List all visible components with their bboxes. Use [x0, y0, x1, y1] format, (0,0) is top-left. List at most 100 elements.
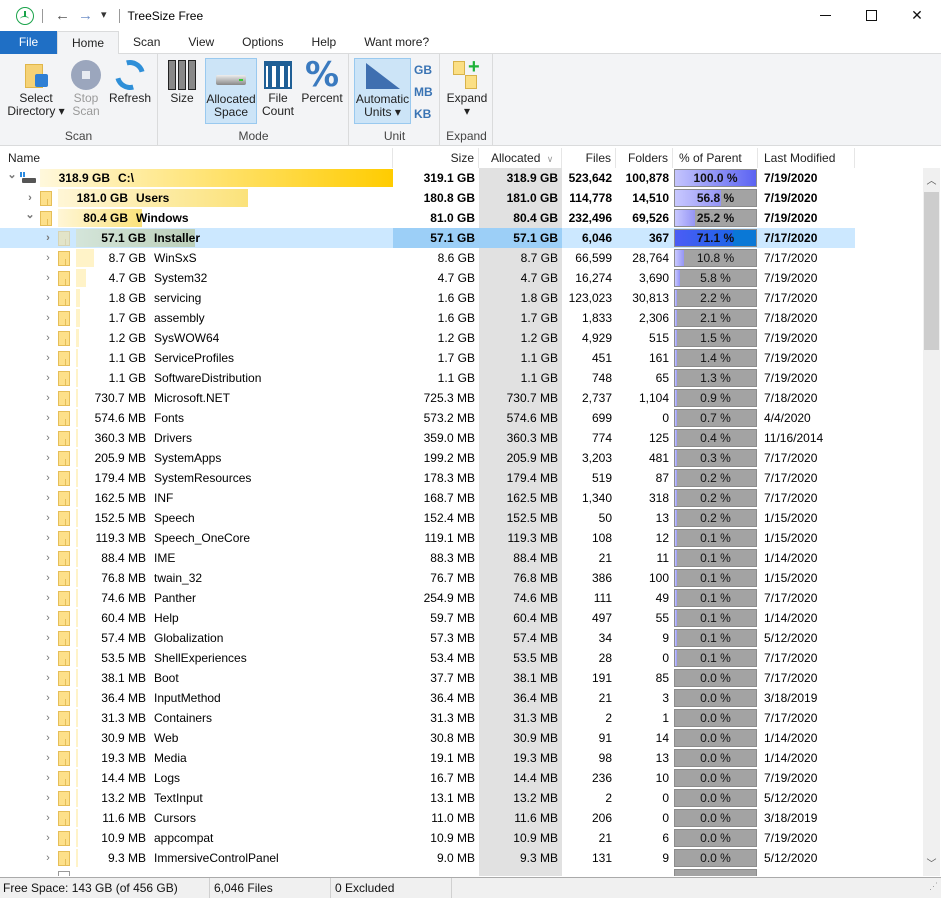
expand-chevron-icon[interactable]: › [42, 248, 54, 268]
expand-chevron-icon[interactable]: › [42, 468, 54, 488]
column-folders[interactable]: Folders [616, 148, 673, 168]
automatic-units-button[interactable]: Automatic Units ▾ [354, 58, 411, 124]
minimize-button[interactable] [802, 0, 848, 31]
column-size[interactable]: Size [393, 148, 479, 168]
tree-row[interactable]: › 76.8 MB twain_32 76.7 MB 76.8 MB 386 100 0.1 … [0, 568, 855, 588]
file-count-mode-button[interactable]: File Count [259, 58, 297, 124]
vertical-scrollbar[interactable]: ︿ ﹀ [923, 168, 940, 876]
expand-chevron-icon[interactable]: › [42, 328, 54, 348]
expand-chevron-icon[interactable]: › [42, 368, 54, 388]
expand-chevron-icon[interactable]: › [42, 508, 54, 528]
tree-row[interactable]: › 1.7 GB assembly 1.6 GB 1.7 GB 1,833 2,306 2.1… [0, 308, 855, 328]
tree-row[interactable]: › 57.1 GB Installer 57.1 GB 57.1 GB 6,046 367 7… [0, 228, 855, 248]
folder-tree[interactable]: ⌄ 318.9 GB C:\ 319.1 GB 318.9 GB 523,642 100,8… [0, 168, 922, 876]
expand-chevron-icon[interactable]: › [42, 728, 54, 748]
expand-chevron-icon[interactable]: › [42, 448, 54, 468]
gb-unit-button[interactable]: GB [414, 63, 432, 77]
scrollbar-thumb[interactable] [924, 192, 939, 350]
expand-chevron-icon[interactable]: › [42, 288, 54, 308]
collapse-chevron-icon[interactable]: ⌄ [24, 208, 36, 222]
column-allocated[interactable]: Allocated ∨ [479, 148, 562, 168]
expand-chevron-icon[interactable]: › [42, 408, 54, 428]
tree-row[interactable]: ⌄ 318.9 GB C:\ 319.1 GB 318.9 GB 523,642 100,8… [0, 168, 855, 188]
expand-chevron-icon[interactable]: › [42, 488, 54, 508]
stop-scan-button[interactable]: Stop Scan [68, 58, 104, 124]
tree-row[interactable]: › 181.0 GB Users 180.8 GB 181.0 GB 114,778 14,… [0, 188, 855, 208]
scroll-down-icon[interactable]: ﹀ [923, 856, 940, 873]
tree-row[interactable]: › 36.4 MB InputMethod 36.4 MB 36.4 MB 21 3 0.0 … [0, 688, 855, 708]
scroll-up-icon[interactable]: ︿ [923, 173, 940, 190]
size-mode-button[interactable]: Size [165, 58, 199, 124]
tree-row[interactable]: › 57.4 MB Globalization 57.3 MB 57.4 MB 34 9 0.… [0, 628, 855, 648]
tree-row[interactable]: › 88.4 MB IME 88.3 MB 88.4 MB 21 11 0.1 % 1/14/2… [0, 548, 855, 568]
tree-row[interactable]: › 1.1 GB SoftwareDistribution 1.1 GB 1.1 GB 7… [0, 368, 855, 388]
expand-chevron-icon[interactable]: › [42, 228, 54, 248]
column-last-modified[interactable]: Last Modified [758, 148, 855, 168]
expand-chevron-icon[interactable]: › [42, 708, 54, 728]
tree-row[interactable]: › 205.9 MB SystemApps 199.2 MB 205.9 MB 3,203… [0, 448, 855, 468]
tree-row[interactable]: › 179.4 MB SystemResources 178.3 MB 179.4 MB… [0, 468, 855, 488]
expand-chevron-icon[interactable]: › [42, 768, 54, 788]
tree-row[interactable]: › 1.1 GB ServiceProfiles 1.7 GB 1.1 GB 451 161… [0, 348, 855, 368]
tree-row[interactable]: › 53.5 MB ShellExperiences 53.4 MB 53.5 MB 28… [0, 648, 855, 668]
tab-view[interactable]: View [174, 31, 228, 54]
tree-row[interactable]: › 11.6 MB Cursors 11.0 MB 11.6 MB 206 0 0.0 % 3/… [0, 808, 855, 828]
expand-chevron-icon[interactable]: › [42, 388, 54, 408]
expand-chevron-icon[interactable]: › [42, 308, 54, 328]
column-percent-parent[interactable]: % of Parent ... [673, 148, 758, 185]
tree-row[interactable]: › 10.9 MB appcompat 10.9 MB 10.9 MB 21 6 0.0 % 7… [0, 828, 855, 848]
tree-row[interactable]: › 4.7 GB System32 4.7 GB 4.7 GB 16,274 3,690 5.… [0, 268, 855, 288]
expand-chevron-icon[interactable]: › [42, 648, 54, 668]
allocated-space-mode-button[interactable]: Allocated Space [205, 58, 257, 124]
tree-row[interactable]: › 574.6 MB Fonts 573.2 MB 574.6 MB 699 0 0.7 % 4… [0, 408, 855, 428]
expand-chevron-icon[interactable]: › [24, 188, 36, 208]
tree-row[interactable]: › 60.4 MB Help 59.7 MB 60.4 MB 497 55 0.1 % 1/14… [0, 608, 855, 628]
tree-row[interactable]: › 360.3 MB Drivers 359.0 MB 360.3 MB 774 125 0.… [0, 428, 855, 448]
quick-access-dropdown-icon[interactable]: ▾ [101, 10, 107, 21]
tab-help[interactable]: Help [298, 31, 351, 54]
expand-chevron-icon[interactable]: › [42, 788, 54, 808]
expand-chevron-icon[interactable]: › [42, 628, 54, 648]
expand-chevron-icon[interactable]: › [42, 348, 54, 368]
collapse-chevron-icon[interactable]: ⌄ [6, 168, 18, 182]
expand-chevron-icon[interactable]: › [42, 568, 54, 588]
expand-chevron-icon[interactable]: › [42, 848, 54, 868]
tab-options[interactable]: Options [228, 31, 297, 54]
tab-file[interactable]: File [0, 31, 57, 54]
refresh-button[interactable]: Refresh [106, 54, 154, 124]
tree-row[interactable]: › 14.4 MB Logs 16.7 MB 14.4 MB 236 10 0.0 % 7/19… [0, 768, 855, 788]
back-arrow-icon[interactable]: ← [55, 8, 70, 23]
tree-row-partial[interactable] [0, 868, 855, 876]
tree-row[interactable]: › 1.8 GB servicing 1.6 GB 1.8 GB 123,023 30,81… [0, 288, 855, 308]
expand-chevron-icon[interactable]: › [42, 428, 54, 448]
expand-chevron-icon[interactable]: › [42, 528, 54, 548]
tree-row[interactable]: › 38.1 MB Boot 37.7 MB 38.1 MB 191 85 0.0 % 7/17… [0, 668, 855, 688]
tab-scan[interactable]: Scan [119, 31, 174, 54]
tree-row[interactable]: › 152.5 MB Speech 152.4 MB 152.5 MB 50 13 0.2 %… [0, 508, 855, 528]
expand-chevron-icon[interactable]: › [42, 608, 54, 628]
expand-chevron-icon[interactable]: › [42, 268, 54, 288]
maximize-button[interactable] [848, 0, 894, 31]
tree-row[interactable]: › 730.7 MB Microsoft.NET 725.3 MB 730.7 MB 2,… [0, 388, 855, 408]
expand-chevron-icon[interactable]: › [42, 748, 54, 768]
forward-arrow-icon[interactable]: → [78, 8, 93, 23]
kb-unit-button[interactable]: KB [414, 107, 431, 121]
tree-row[interactable]: › 30.9 MB Web 30.8 MB 30.9 MB 91 14 0.0 % 1/14/2… [0, 728, 855, 748]
tree-row[interactable]: › 9.3 MB ImmersiveControlPanel 9.0 MB 9.3 MB… [0, 848, 855, 868]
column-name[interactable]: Name [0, 148, 393, 168]
expand-chevron-icon[interactable]: › [42, 688, 54, 708]
tree-row[interactable]: › 74.6 MB Panther 254.9 MB 74.6 MB 111 49 0.1 %… [0, 588, 855, 608]
resize-grip-icon[interactable]: ⋰ [929, 876, 938, 896]
percent-mode-button[interactable]: % Percent [299, 58, 345, 124]
expand-chevron-icon[interactable]: › [42, 668, 54, 688]
close-button[interactable]: ✕ [894, 0, 940, 31]
tree-row[interactable]: › 31.3 MB Containers 31.3 MB 31.3 MB 2 1 0.0 % 7… [0, 708, 855, 728]
tree-row[interactable]: › 19.3 MB Media 19.1 MB 19.3 MB 98 13 0.0 % 1/14… [0, 748, 855, 768]
tab-want-more[interactable]: Want more? [350, 31, 443, 54]
select-directory-button[interactable]: Select Directory ▾ [6, 58, 66, 124]
tab-home[interactable]: Home [57, 31, 120, 55]
tree-row[interactable]: › 162.5 MB INF 168.7 MB 162.5 MB 1,340 318 0.2 … [0, 488, 855, 508]
expand-chevron-icon[interactable]: › [42, 548, 54, 568]
column-files[interactable]: Files [562, 148, 616, 168]
tree-row[interactable]: › 119.3 MB Speech_OneCore 119.1 MB 119.3 MB 1… [0, 528, 855, 548]
